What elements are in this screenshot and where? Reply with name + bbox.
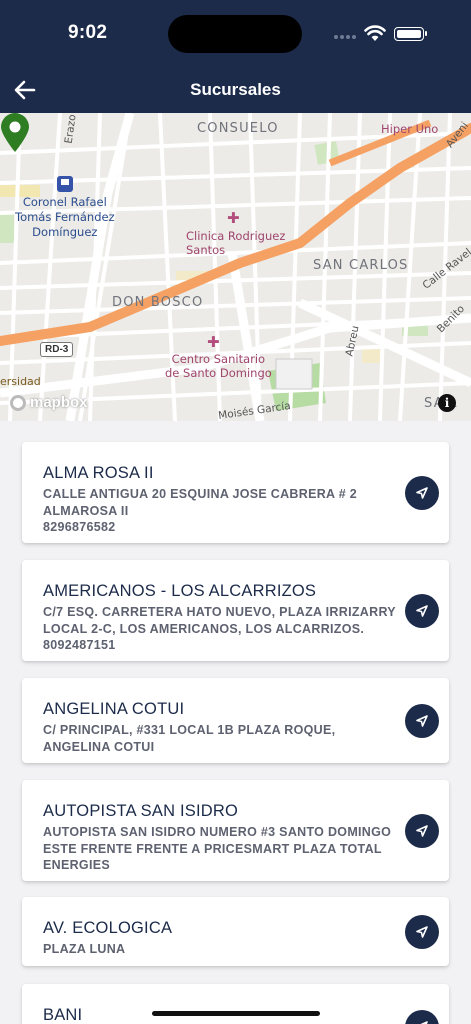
map-label-universidad: ersidad — [0, 375, 41, 388]
branch-card[interactable]: ANGELINA COTUI C/ PRINCIPAL, #331 LOCAL … — [22, 678, 449, 763]
navigate-button[interactable] — [405, 814, 439, 848]
branch-address: C/ PRINCIPAL, #331 LOCAL 1B PLAZA ROQUE,… — [43, 723, 336, 754]
navigation-arrow-icon — [416, 926, 428, 938]
branch-card[interactable]: AMERICANOS - LOS ALCARRIZOS C/7 ESQ. CAR… — [22, 560, 449, 661]
dynamic-island — [168, 15, 302, 53]
signal-icon — [334, 35, 358, 41]
navigation-arrow-icon — [420, 1021, 428, 1024]
map-label-hiper-uno: Hiper Uno — [381, 122, 439, 136]
info-icon[interactable]: i — [438, 394, 456, 412]
branch-card[interactable]: AUTOPISTA SAN ISIDRO AUTOPISTA SAN ISIDR… — [22, 780, 449, 881]
mapbox-logo-icon — [10, 394, 26, 411]
branch-name: ANGELINA COTUI — [43, 700, 185, 718]
map-label-don-bosco: DON BOSCO — [112, 295, 204, 310]
branches-map[interactable]: ✚ ✚ CONSUELO Hiper Uno Aveni Erazo Coron… — [0, 113, 471, 421]
mapbox-logo: mapbox — [10, 394, 88, 411]
mapbox-logo-text: mapbox — [30, 394, 88, 411]
navigate-button[interactable] — [405, 915, 439, 949]
branch-name: AUTOPISTA SAN ISIDRO — [43, 802, 239, 820]
branch-address: C/7 ESQ. CARRETERA HATO NUEVO, PLAZA IRR… — [43, 605, 396, 652]
branch-card[interactable]: ALMA ROSA II CALLE ANTIGUA 20 ESQUINA JO… — [22, 442, 449, 543]
navigation-arrow-icon — [416, 487, 428, 499]
branch-address: CALLE ANTIGUA 20 ESQUINA JOSE CABRERA # … — [43, 487, 357, 534]
branch-name: AMERICANOS - LOS ALCARRIZOS — [43, 582, 317, 600]
map-label-clinica: Clinica Rodriguez Santos — [186, 229, 286, 257]
branch-card[interactable]: AV. ECOLOGICA PLAZA LUNA — [22, 897, 449, 966]
branch-address: PLAZA LUNA — [43, 942, 126, 956]
navigation-arrow-icon — [416, 825, 428, 837]
route-shield-rd3: RD-3 — [40, 342, 74, 357]
svg-text:✚: ✚ — [207, 333, 220, 351]
navigation-arrow-icon — [416, 605, 428, 617]
navigate-button[interactable] — [405, 594, 439, 628]
navigate-button[interactable] — [405, 476, 439, 510]
status-time: 9:02 — [68, 22, 108, 43]
branch-name: ALMA ROSA II — [43, 464, 154, 482]
map-label-san-carlos: SAN CARLOS — [313, 258, 409, 273]
branch-name: AV. ECOLOGICA — [43, 919, 173, 937]
home-indicator[interactable] — [152, 1011, 320, 1016]
battery-icon — [394, 27, 427, 41]
app-header: 9:02 Sucursales — [0, 0, 471, 113]
branch-card[interactable]: BANI — [22, 984, 449, 1024]
map-label-coronel: Coronel Rafael Tomás Fernández Domínguez — [15, 195, 115, 239]
page-title: Sucursales — [190, 80, 281, 99]
navigation-arrow-icon — [416, 715, 428, 727]
map-label-consuelo: CONSUELO — [197, 121, 279, 136]
branch-name: BANI — [43, 1006, 83, 1024]
location-pin-icon[interactable] — [0, 113, 30, 153]
navigate-button[interactable] — [405, 1010, 439, 1024]
svg-text:✚: ✚ — [227, 209, 240, 227]
branch-address: AUTOPISTA SAN ISIDRO NUMERO #3 SANTO DOM… — [43, 825, 392, 872]
navigate-button[interactable] — [405, 704, 439, 738]
map-label-centro-sanitario: Centro Sanitario de Santo Domingo — [165, 352, 272, 380]
wifi-icon — [364, 25, 386, 41]
